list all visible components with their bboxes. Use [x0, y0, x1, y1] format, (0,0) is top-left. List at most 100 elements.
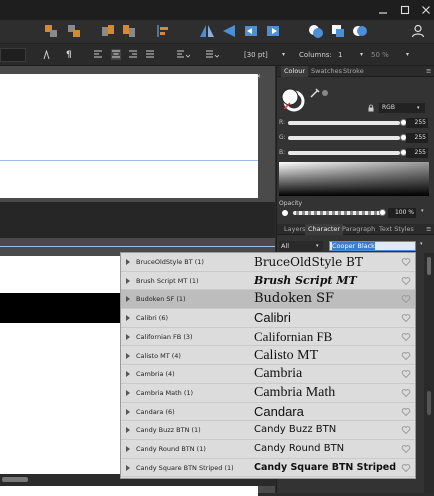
expand-arrow-icon[interactable]: [126, 371, 130, 378]
font-name: Californian FB (3): [136, 332, 193, 341]
opacity-slider-knob[interactable]: [379, 209, 386, 216]
favorite-heart-icon[interactable]: [401, 276, 411, 286]
font-family-caret-icon[interactable]: ▾: [420, 241, 423, 247]
panel-close-icon[interactable]: ×: [256, 74, 261, 80]
close-icon[interactable]: [420, 4, 432, 16]
line-spacing-icon[interactable]: [176, 49, 190, 60]
font-list-item[interactable]: Cambria Math (1) Cambria Math: [121, 384, 415, 403]
boolean-subtract-icon[interactable]: [330, 23, 346, 39]
minimize-icon[interactable]: [377, 4, 389, 16]
font-list-item[interactable]: Candy Round BTN (1) Candy Round BTN: [121, 440, 415, 459]
rotate-right-icon[interactable]: [265, 23, 281, 39]
font-list-item[interactable]: Californian FB (3) Californian FB: [121, 328, 415, 347]
character-panel-menu-icon[interactable]: ≡: [423, 224, 434, 235]
columns-dropdown-caret-icon[interactable]: ▾: [360, 48, 363, 62]
font-list-item[interactable]: Budoken SF (1) Budoken SF: [121, 290, 415, 310]
colour-swatch-dot-icon[interactable]: [321, 89, 329, 97]
font-list-item[interactable]: Calibri (6) Calibri: [121, 309, 415, 328]
tab-character[interactable]: Character: [305, 224, 344, 235]
font-list-item[interactable]: BruceOldStyle BT (1) BruceOldStyle BT: [121, 253, 415, 272]
opacity-caret-icon[interactable]: ▾: [421, 208, 424, 214]
font-list-scroll-thumb-2[interactable]: [427, 391, 431, 415]
flip-vertical-icon[interactable]: [221, 23, 237, 39]
send-back-icon[interactable]: [121, 23, 137, 39]
columns-field[interactable]: 1: [333, 48, 361, 62]
favorite-heart-icon[interactable]: [401, 351, 411, 361]
vertical-align-icon[interactable]: [205, 49, 219, 60]
arrange-forward-icon[interactable]: [43, 23, 59, 39]
tab-paragraph[interactable]: Paragraph: [339, 224, 378, 235]
favorite-heart-icon[interactable]: [401, 444, 411, 454]
green-value[interactable]: 255: [406, 133, 428, 143]
font-size-field[interactable]: [0, 48, 26, 62]
font-list-item[interactable]: Calisto MT (4) Calisto MT: [121, 347, 415, 366]
tab-colour[interactable]: Colour: [281, 66, 309, 77]
arrange-back-icon[interactable]: [66, 23, 82, 39]
percent-dropdown-caret-icon[interactable]: ▾: [406, 48, 409, 62]
red-value[interactable]: 255: [406, 118, 428, 128]
green-slider[interactable]: [288, 134, 407, 141]
expand-arrow-icon[interactable]: [126, 259, 130, 265]
eyedropper-icon[interactable]: [309, 87, 321, 99]
font-list-item[interactable]: Cambria (4) Cambria: [121, 365, 415, 384]
lock-icon[interactable]: [367, 104, 375, 112]
align-left-icon[interactable]: [93, 49, 103, 60]
favorite-heart-icon[interactable]: [401, 294, 411, 304]
expand-arrow-icon[interactable]: [126, 296, 130, 303]
favorite-heart-icon[interactable]: [401, 313, 411, 323]
point-size-value[interactable]: [30 pt]: [244, 48, 268, 62]
flip-horizontal-icon[interactable]: [199, 23, 215, 39]
red-slider[interactable]: [288, 119, 407, 126]
page-spread-top[interactable]: [0, 74, 258, 198]
align-right-icon[interactable]: [128, 49, 138, 60]
expand-arrow-icon[interactable]: [126, 333, 130, 340]
boolean-add-icon[interactable]: [308, 23, 324, 39]
font-category-select[interactable]: All ▾: [279, 241, 323, 251]
font-list-item[interactable]: Candy Square BTN Striped (1) Candy Square…: [121, 459, 415, 478]
expand-arrow-icon[interactable]: [126, 464, 130, 471]
expand-arrow-icon[interactable]: [126, 427, 130, 434]
favorite-heart-icon[interactable]: [401, 257, 411, 267]
user-account-icon[interactable]: [410, 23, 426, 39]
font-list-scroll-thumb[interactable]: [427, 257, 431, 275]
font-family-input[interactable]: Cooper Black: [329, 241, 416, 251]
font-list-item[interactable]: Brush Script MT (1) Brush Script MT: [121, 272, 415, 291]
blue-slider[interactable]: [288, 149, 407, 156]
scroll-thumb[interactable]: [2, 477, 28, 482]
colour-mode-select[interactable]: RGB ▾: [379, 103, 425, 113]
expand-arrow-icon[interactable]: [126, 408, 130, 415]
align-center-icon[interactable]: [111, 49, 121, 60]
favorite-heart-icon[interactable]: [401, 407, 411, 417]
favorite-heart-icon[interactable]: [401, 463, 411, 473]
favorite-heart-icon[interactable]: [401, 388, 411, 398]
favorite-heart-icon[interactable]: [401, 369, 411, 379]
pen-icon[interactable]: [42, 50, 51, 60]
fill-stroke-wells-icon[interactable]: [279, 86, 305, 112]
opacity-slider[interactable]: [293, 209, 386, 216]
percent-value[interactable]: 50 %: [371, 48, 389, 62]
opacity-value[interactable]: 100 %: [388, 208, 416, 218]
align-icon[interactable]: [155, 23, 171, 39]
expand-arrow-icon[interactable]: [126, 446, 130, 452]
dropdown-caret-icon[interactable]: ▾: [282, 48, 285, 62]
expand-arrow-icon[interactable]: [126, 352, 130, 359]
font-list-item[interactable]: Candy Buzz BTN (1) Candy Buzz BTN: [121, 421, 415, 440]
font-list-scrollbar[interactable]: [424, 253, 434, 493]
expand-arrow-icon[interactable]: [126, 389, 130, 396]
maximize-icon[interactable]: [399, 4, 411, 16]
boolean-intersect-icon[interactable]: [352, 23, 368, 39]
pilcrow-icon[interactable]: ¶: [66, 48, 72, 62]
rotate-left-icon[interactable]: [243, 23, 259, 39]
favorite-heart-icon[interactable]: [401, 425, 411, 435]
expand-arrow-icon[interactable]: [126, 277, 130, 284]
colour-picker-box[interactable]: [279, 162, 429, 196]
tab-stroke[interactable]: Stroke: [340, 66, 367, 77]
blue-value[interactable]: 255: [406, 148, 428, 158]
bring-front-icon[interactable]: [100, 23, 116, 39]
favorite-heart-icon[interactable]: [401, 332, 411, 342]
expand-arrow-icon[interactable]: [126, 315, 130, 322]
font-list-item[interactable]: Candara (6) Candara: [121, 403, 415, 422]
justify-icon[interactable]: [145, 49, 155, 60]
tab-text-styles[interactable]: Text Styles: [376, 224, 417, 235]
panel-menu-icon[interactable]: ≡: [423, 66, 434, 77]
